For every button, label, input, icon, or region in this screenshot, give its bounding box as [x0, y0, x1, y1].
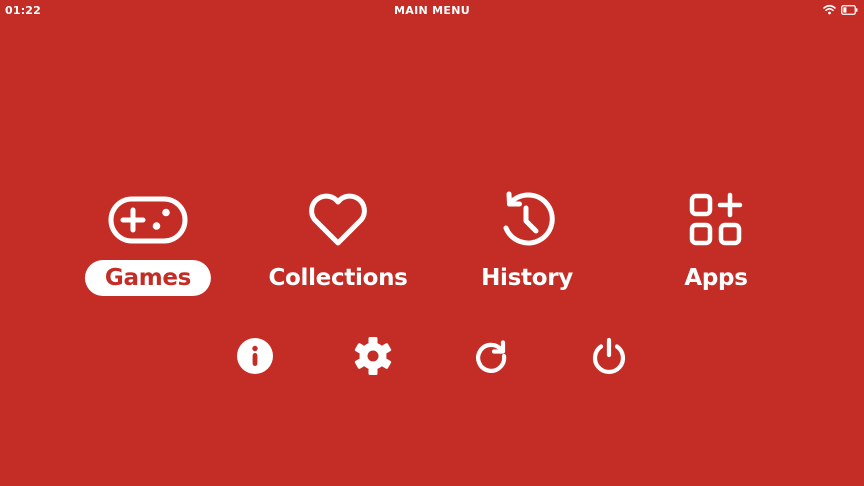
history-clock-icon — [487, 190, 567, 250]
info-icon — [236, 337, 274, 375]
menu-label-collections: Collections — [268, 265, 408, 291]
restart-button[interactable] — [471, 336, 511, 376]
menu-item-history[interactable]: History — [447, 190, 607, 300]
settings-button[interactable] — [353, 336, 393, 376]
power-button[interactable] — [589, 336, 629, 376]
gamepad-icon — [108, 190, 188, 250]
status-bar: 01:22 MAIN MENU — [0, 0, 864, 22]
menu-label-apps: Apps — [684, 265, 748, 291]
restart-icon — [473, 338, 509, 374]
battery-low-icon — [841, 4, 858, 15]
menu-item-apps[interactable]: Apps — [636, 190, 796, 300]
heart-icon — [298, 190, 378, 250]
screen-title: MAIN MENU — [394, 4, 470, 17]
status-icons — [823, 4, 858, 15]
menu-item-collections[interactable]: Collections — [258, 190, 418, 300]
apps-grid-icon — [676, 190, 756, 250]
settings-gear-icon — [353, 336, 393, 376]
menu-item-games[interactable]: Games — [68, 190, 228, 300]
menu-label-history: History — [481, 265, 573, 291]
info-button[interactable] — [235, 336, 275, 376]
power-icon — [590, 337, 628, 375]
menu-label-games: Games — [84, 260, 212, 296]
wifi-icon — [823, 4, 836, 15]
